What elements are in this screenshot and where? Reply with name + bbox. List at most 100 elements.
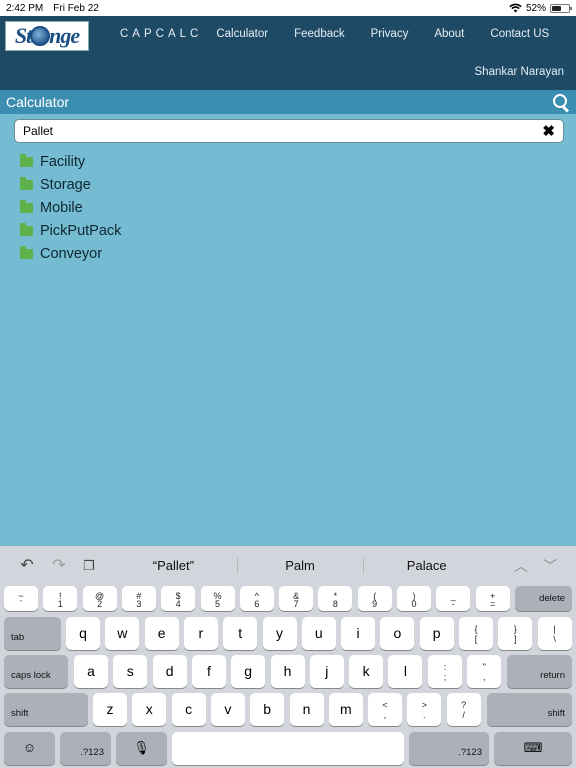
undo-icon[interactable]: ↶ xyxy=(18,558,36,574)
key-b[interactable]: b xyxy=(250,693,285,726)
list-item-storage[interactable]: Storage xyxy=(20,173,121,196)
hide-keyboard-key[interactable]: ⌨ xyxy=(494,732,572,765)
redo-icon[interactable]: ↷ xyxy=(50,558,68,574)
key-r[interactable]: r xyxy=(183,617,218,650)
paste-icon[interactable]: ❐ xyxy=(80,558,98,574)
suggestion-bar: ↶ ↷ ❐ “Pallet” Palm Palace ︿ ﹀ xyxy=(0,546,576,586)
key-6[interactable]: % 5 xyxy=(200,586,235,611)
key-symbol-0[interactable]: <, xyxy=(368,693,402,726)
shift-right-key[interactable]: shift xyxy=(487,693,572,726)
nav-feedback[interactable]: Feedback xyxy=(294,28,345,40)
key-9[interactable]: * 8 xyxy=(318,586,353,611)
list-item-facility[interactable]: Facility xyxy=(20,150,121,173)
list-item-pickputpack[interactable]: PickPutPack xyxy=(20,220,121,243)
chevron-up-icon[interactable]: ︿ xyxy=(514,556,528,576)
folder-icon xyxy=(20,176,33,190)
calculator-title: Calculator xyxy=(6,94,70,110)
key-i[interactable]: i xyxy=(341,617,376,650)
key-bracket-2[interactable]: | \ xyxy=(537,617,572,650)
key-3[interactable]: @2 xyxy=(82,586,117,611)
key-10[interactable]: (9 xyxy=(357,586,392,611)
status-time: 2:42 PM xyxy=(6,2,44,14)
search-input[interactable] xyxy=(23,124,543,138)
user-name[interactable]: Shankar Narayan xyxy=(475,66,565,78)
key-y[interactable]: y xyxy=(262,617,297,650)
key-2[interactable]: ! 1 xyxy=(43,586,78,611)
battery-icon xyxy=(550,3,572,13)
key-bracket-1[interactable]: }] xyxy=(498,617,533,650)
key-12[interactable]: _ - xyxy=(436,586,471,611)
microphone-icon: 🎙 xyxy=(133,739,150,755)
key-d[interactable]: d xyxy=(152,655,187,688)
wifi-icon xyxy=(509,3,522,13)
clear-icon[interactable]: ✖ xyxy=(542,124,555,139)
keyboard-icon: ⌨ xyxy=(523,739,543,755)
nav-calculator[interactable]: Calculator xyxy=(216,28,268,40)
key-x[interactable]: x xyxy=(132,693,167,726)
key-punct-0[interactable]: :; xyxy=(428,655,462,688)
key-p[interactable]: p xyxy=(419,617,454,650)
key-a[interactable]: a xyxy=(74,655,108,688)
key-j[interactable]: j xyxy=(309,655,344,688)
key-h[interactable]: h xyxy=(270,655,305,688)
folder-list: Facility Storage Mobile PickPutPack Conv… xyxy=(20,150,121,266)
key-bracket-0[interactable]: {[ xyxy=(459,617,493,650)
key-11[interactable]: ) 0 xyxy=(397,586,431,611)
key-m[interactable]: m xyxy=(328,693,363,726)
key-s[interactable]: s xyxy=(113,655,148,688)
key-t[interactable]: t xyxy=(223,617,258,650)
search-icon[interactable] xyxy=(552,93,570,111)
suggestion-1[interactable]: “Pallet” xyxy=(110,546,237,586)
key-u[interactable]: u xyxy=(301,617,336,650)
key-n[interactable]: n xyxy=(289,693,324,726)
globe-icon xyxy=(30,26,51,46)
status-bar: 2:42 PM Fri Feb 22 52% xyxy=(0,0,576,16)
folder-icon xyxy=(20,199,33,213)
key-symbol-1[interactable]: >. xyxy=(407,693,442,726)
key-v[interactable]: v xyxy=(210,693,245,726)
key-7[interactable]: ^ 6 xyxy=(239,586,274,611)
app-header: St nge CAPCALC Calculator Feedback Privac… xyxy=(0,16,576,90)
folder-icon xyxy=(20,246,33,260)
caps-lock-key[interactable]: caps lock xyxy=(4,655,68,688)
key-e[interactable]: e xyxy=(144,617,179,650)
emoji-key[interactable]: ☺ xyxy=(4,732,55,765)
return-key[interactable]: return xyxy=(507,655,572,688)
delete-key[interactable]: delete xyxy=(515,586,572,611)
stonge-logo[interactable]: St nge xyxy=(5,21,89,51)
key-8[interactable]: & 7 xyxy=(279,586,314,611)
key-5[interactable]: $4 xyxy=(161,586,196,611)
search-box: ✖ xyxy=(14,119,564,143)
key-punct-1[interactable]: ", xyxy=(467,655,502,688)
suggestion-2[interactable]: Palm xyxy=(236,546,364,586)
shift-left-key[interactable]: shift xyxy=(4,693,88,726)
list-item-conveyor[interactable]: Conveyor xyxy=(20,243,121,266)
key-w[interactable]: w xyxy=(105,617,140,650)
brand-capcalc[interactable]: CAPCALC xyxy=(120,28,202,40)
suggestion-3[interactable]: Palace xyxy=(363,546,490,586)
folder-icon xyxy=(20,153,33,167)
key-symbol-2[interactable]: ? / xyxy=(446,693,481,726)
dictation-key[interactable]: 🎙 xyxy=(116,732,167,765)
nav-privacy[interactable]: Privacy xyxy=(371,28,409,40)
top-nav: CAPCALC Calculator Feedback Privacy Abou… xyxy=(120,28,575,40)
key-c[interactable]: c xyxy=(171,693,206,726)
key-l[interactable]: l xyxy=(388,655,423,688)
key-o[interactable]: o xyxy=(380,617,415,650)
key-z[interactable]: z xyxy=(93,693,127,726)
list-item-mobile[interactable]: Mobile xyxy=(20,196,121,219)
key-f[interactable]: f xyxy=(191,655,226,688)
key-4[interactable]: #3 xyxy=(121,586,156,611)
key-k[interactable]: k xyxy=(349,655,384,688)
key-g[interactable]: g xyxy=(231,655,266,688)
nav-contact-us[interactable]: Contact US xyxy=(490,28,549,40)
space-key[interactable] xyxy=(172,732,404,765)
numbers-key-left[interactable]: .?123 xyxy=(60,732,111,765)
tab-key[interactable]: tab xyxy=(4,617,61,650)
key-1[interactable]: ~ ` xyxy=(4,586,38,611)
key-q[interactable]: q xyxy=(66,617,100,650)
chevron-down-icon[interactable]: ﹀ xyxy=(543,556,557,576)
numbers-key-right[interactable]: .?123 xyxy=(409,732,489,765)
nav-about[interactable]: About xyxy=(434,28,464,40)
key-13[interactable]: + = xyxy=(475,586,510,611)
